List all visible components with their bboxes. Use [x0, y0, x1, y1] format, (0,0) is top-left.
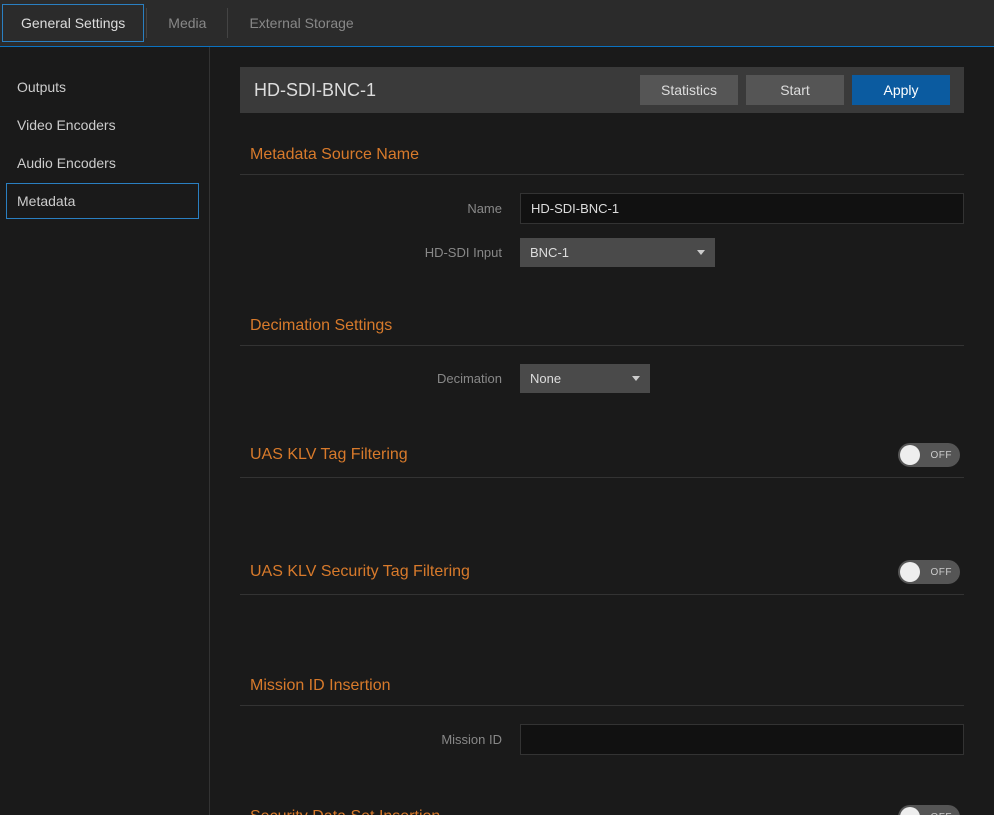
sidebar: Outputs Video Encoders Audio Encoders Me…: [0, 47, 210, 815]
tab-general-settings[interactable]: General Settings: [2, 4, 144, 42]
sidebar-item-video-encoders[interactable]: Video Encoders: [6, 107, 199, 143]
chevron-down-icon: [632, 376, 640, 381]
tab-separator: [146, 8, 147, 38]
section-title-security-data-set-insertion: Security Data Set Insertion OFF: [240, 797, 964, 815]
toggle-label: OFF: [931, 567, 953, 578]
uas-klv-toggle[interactable]: OFF: [898, 443, 960, 467]
section-title-uas-klv-tag-filtering: UAS KLV Tag Filtering OFF: [240, 435, 964, 478]
toggle-knob: [900, 562, 920, 582]
sidebar-item-audio-encoders[interactable]: Audio Encoders: [6, 145, 199, 181]
section-title-decimation-settings: Decimation Settings: [240, 309, 964, 346]
toggle-label: OFF: [931, 450, 953, 461]
tab-external-storage[interactable]: External Storage: [230, 4, 372, 42]
decimation-select[interactable]: None: [520, 364, 650, 393]
toggle-knob: [900, 807, 920, 815]
section-title-metadata-source-name: Metadata Source Name: [240, 138, 964, 175]
section-title-text: Security Data Set Insertion: [250, 808, 440, 815]
hd-sdi-input-value: BNC-1: [530, 245, 569, 260]
section-title-uas-klv-security-tag-filtering: UAS KLV Security Tag Filtering OFF: [240, 552, 964, 595]
section-title-text: UAS KLV Security Tag Filtering: [250, 563, 470, 581]
hd-sdi-input-select[interactable]: BNC-1: [520, 238, 715, 267]
security-data-set-toggle[interactable]: OFF: [898, 805, 960, 815]
mission-id-input[interactable]: [520, 724, 964, 755]
section-title-text: UAS KLV Tag Filtering: [250, 446, 408, 464]
tab-separator: [227, 8, 228, 38]
apply-button[interactable]: Apply: [852, 75, 950, 105]
start-button[interactable]: Start: [746, 75, 844, 105]
decimation-value: None: [530, 371, 561, 386]
header-bar: HD-SDI-BNC-1 Statistics Start Apply: [240, 67, 964, 113]
sidebar-item-metadata[interactable]: Metadata: [6, 183, 199, 219]
uas-klv-security-toggle[interactable]: OFF: [898, 560, 960, 584]
sidebar-item-outputs[interactable]: Outputs: [6, 69, 199, 105]
name-label: Name: [240, 201, 520, 216]
name-input[interactable]: [520, 193, 964, 224]
decimation-label: Decimation: [240, 371, 520, 386]
hd-sdi-input-label: HD-SDI Input: [240, 245, 520, 260]
top-tabs: General Settings Media External Storage: [0, 0, 994, 47]
main-panel: HD-SDI-BNC-1 Statistics Start Apply Meta…: [210, 47, 994, 815]
toggle-label: OFF: [931, 812, 953, 815]
section-title-mission-id-insertion: Mission ID Insertion: [240, 669, 964, 706]
tab-media[interactable]: Media: [149, 4, 225, 42]
statistics-button[interactable]: Statistics: [640, 75, 738, 105]
page-title: HD-SDI-BNC-1: [254, 80, 632, 101]
toggle-knob: [900, 445, 920, 465]
mission-id-label: Mission ID: [240, 732, 520, 747]
chevron-down-icon: [697, 250, 705, 255]
